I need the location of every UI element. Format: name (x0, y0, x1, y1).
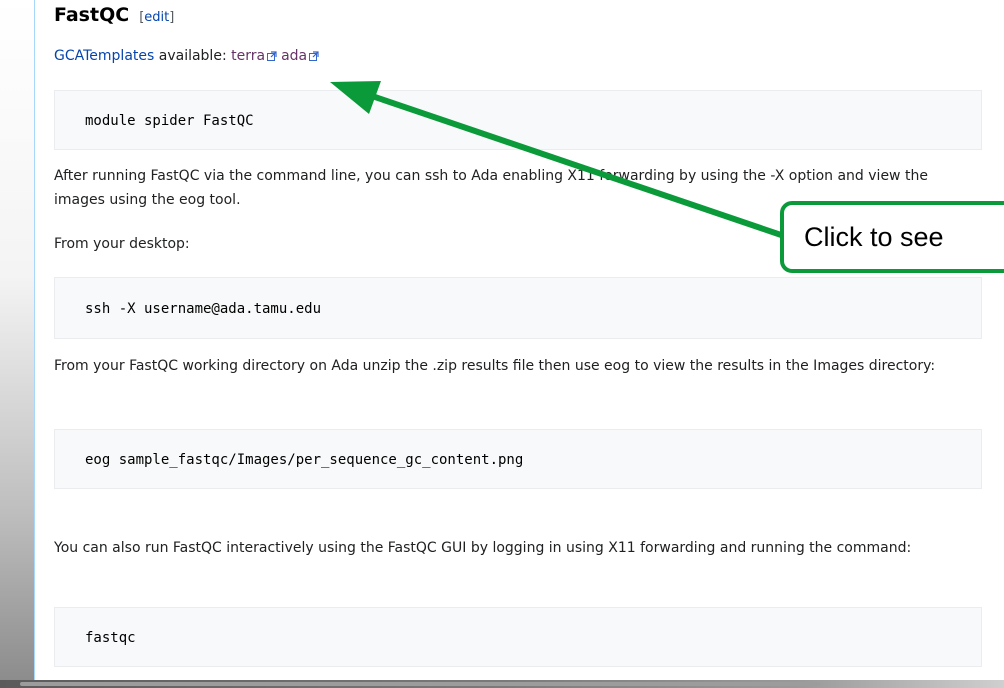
gcatemplates-link[interactable]: GCATemplates (54, 48, 154, 64)
paragraph-from-desktop: From your desktop: (54, 236, 190, 252)
scrollbar-thumb[interactable] (20, 682, 820, 686)
available-text: available: (154, 48, 232, 64)
section-title: FastQC (54, 4, 130, 26)
code-block-ssh: ssh -X username@ada.tamu.edu (54, 277, 982, 339)
ada-link[interactable]: ada (281, 48, 307, 64)
edit-link[interactable]: edit (144, 10, 169, 25)
terra-link[interactable]: terra (231, 48, 265, 64)
templates-line: GCATemplates available: terra ada (54, 44, 323, 68)
external-link-icon (267, 51, 277, 61)
section-heading: FastQC [edit] (54, 4, 174, 30)
code-block-module-spider: module spider FastQC (54, 90, 982, 150)
horizontal-scrollbar[interactable] (0, 680, 1004, 688)
paragraph-from-working-dir: From your FastQC working directory on Ad… (54, 358, 936, 374)
code-block-eog: eog sample_fastqc/Images/per_sequence_gc… (54, 429, 982, 489)
paragraph-interactive: You can also run FastQC interactively us… (54, 540, 912, 556)
window-left-edge (0, 0, 34, 688)
edit-section: [edit] (139, 10, 175, 25)
external-link-icon (309, 51, 319, 61)
code-block-fastqc: fastqc (54, 607, 982, 667)
annotation-callout: Click to see (780, 201, 1004, 273)
